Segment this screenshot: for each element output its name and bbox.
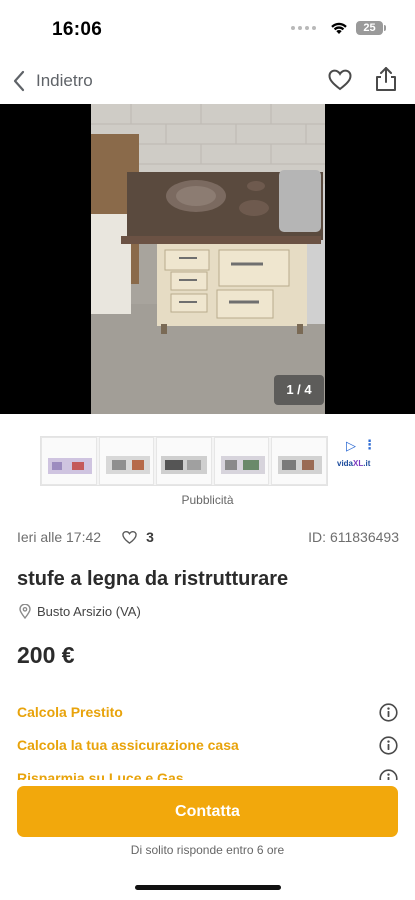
response-time-note: Di solito risponde entro 6 ore [130, 843, 285, 857]
ad-thumbnail [213, 437, 270, 485]
share-icon[interactable] [373, 65, 399, 93]
likes-counter[interactable]: 3 [121, 529, 154, 545]
heart-icon [122, 530, 137, 544]
more-options-icon[interactable]: ⋮ [363, 437, 376, 453]
listing-photo[interactable]: 1 / 4 [91, 104, 325, 414]
ad-banner[interactable] [40, 436, 328, 486]
likes-count: 3 [146, 529, 154, 545]
advertisement[interactable]: ▷ ⋮ vidaXL.it Pubblicità [0, 436, 415, 516]
status-time: 16:06 [52, 19, 103, 40]
assicurazione-casa-link[interactable]: Calcola la tua assicurazione casa [17, 733, 398, 757]
ad-thumbnail [41, 437, 97, 485]
wifi-icon [331, 22, 347, 34]
ad-thumbnail [98, 437, 155, 485]
back-label: Indietro [36, 71, 93, 90]
listing-date: Ieri alle 17:42 [17, 529, 102, 545]
info-icon[interactable] [379, 702, 398, 722]
listing-price: 200 € [17, 642, 75, 668]
listing-meta: Ieri alle 17:42 3 ID: 611836493 [17, 527, 399, 547]
favorite-heart-icon[interactable] [327, 67, 353, 93]
sponsor-logo: vidaXL.it [337, 459, 371, 468]
status-icons: 25 [291, 21, 386, 35]
info-icon[interactable] [379, 735, 398, 755]
link-label: Calcola la tua assicurazione casa [17, 737, 239, 753]
adchoices-icon[interactable]: ▷ [346, 438, 356, 454]
ad-label: Pubblicità [181, 493, 234, 507]
nav-bar: Indietro [0, 58, 415, 104]
location-pin-icon [19, 604, 31, 619]
contact-panel: Contatta Di solito risponde entro 6 ore [0, 780, 415, 900]
photo-gallery[interactable]: 1 / 4 [0, 104, 415, 414]
calcola-prestito-link[interactable]: Calcola Prestito [17, 700, 398, 724]
ad-thumbnail [156, 437, 212, 485]
listing-title: stufe a legna da ristrutturare [17, 568, 289, 590]
chevron-left-icon [13, 70, 25, 92]
battery-icon: 25 [356, 21, 386, 35]
ad-thumbnail [271, 437, 327, 485]
location-label: Busto Arsizio (VA) [37, 604, 141, 619]
contact-button[interactable]: Contatta [17, 786, 398, 837]
back-button[interactable]: Indietro [12, 66, 93, 96]
home-indicator[interactable] [135, 885, 281, 890]
cellular-signal-icon [291, 26, 316, 30]
status-bar: 16:06 25 [0, 0, 415, 58]
link-label: Calcola Prestito [17, 704, 123, 720]
listing-id: ID: 611836493 [308, 529, 399, 545]
ad-sponsor-area[interactable]: ▷ ⋮ vidaXL.it [336, 436, 376, 486]
listing-location: Busto Arsizio (VA) [19, 604, 141, 619]
photo-counter: 1 / 4 [274, 375, 324, 405]
